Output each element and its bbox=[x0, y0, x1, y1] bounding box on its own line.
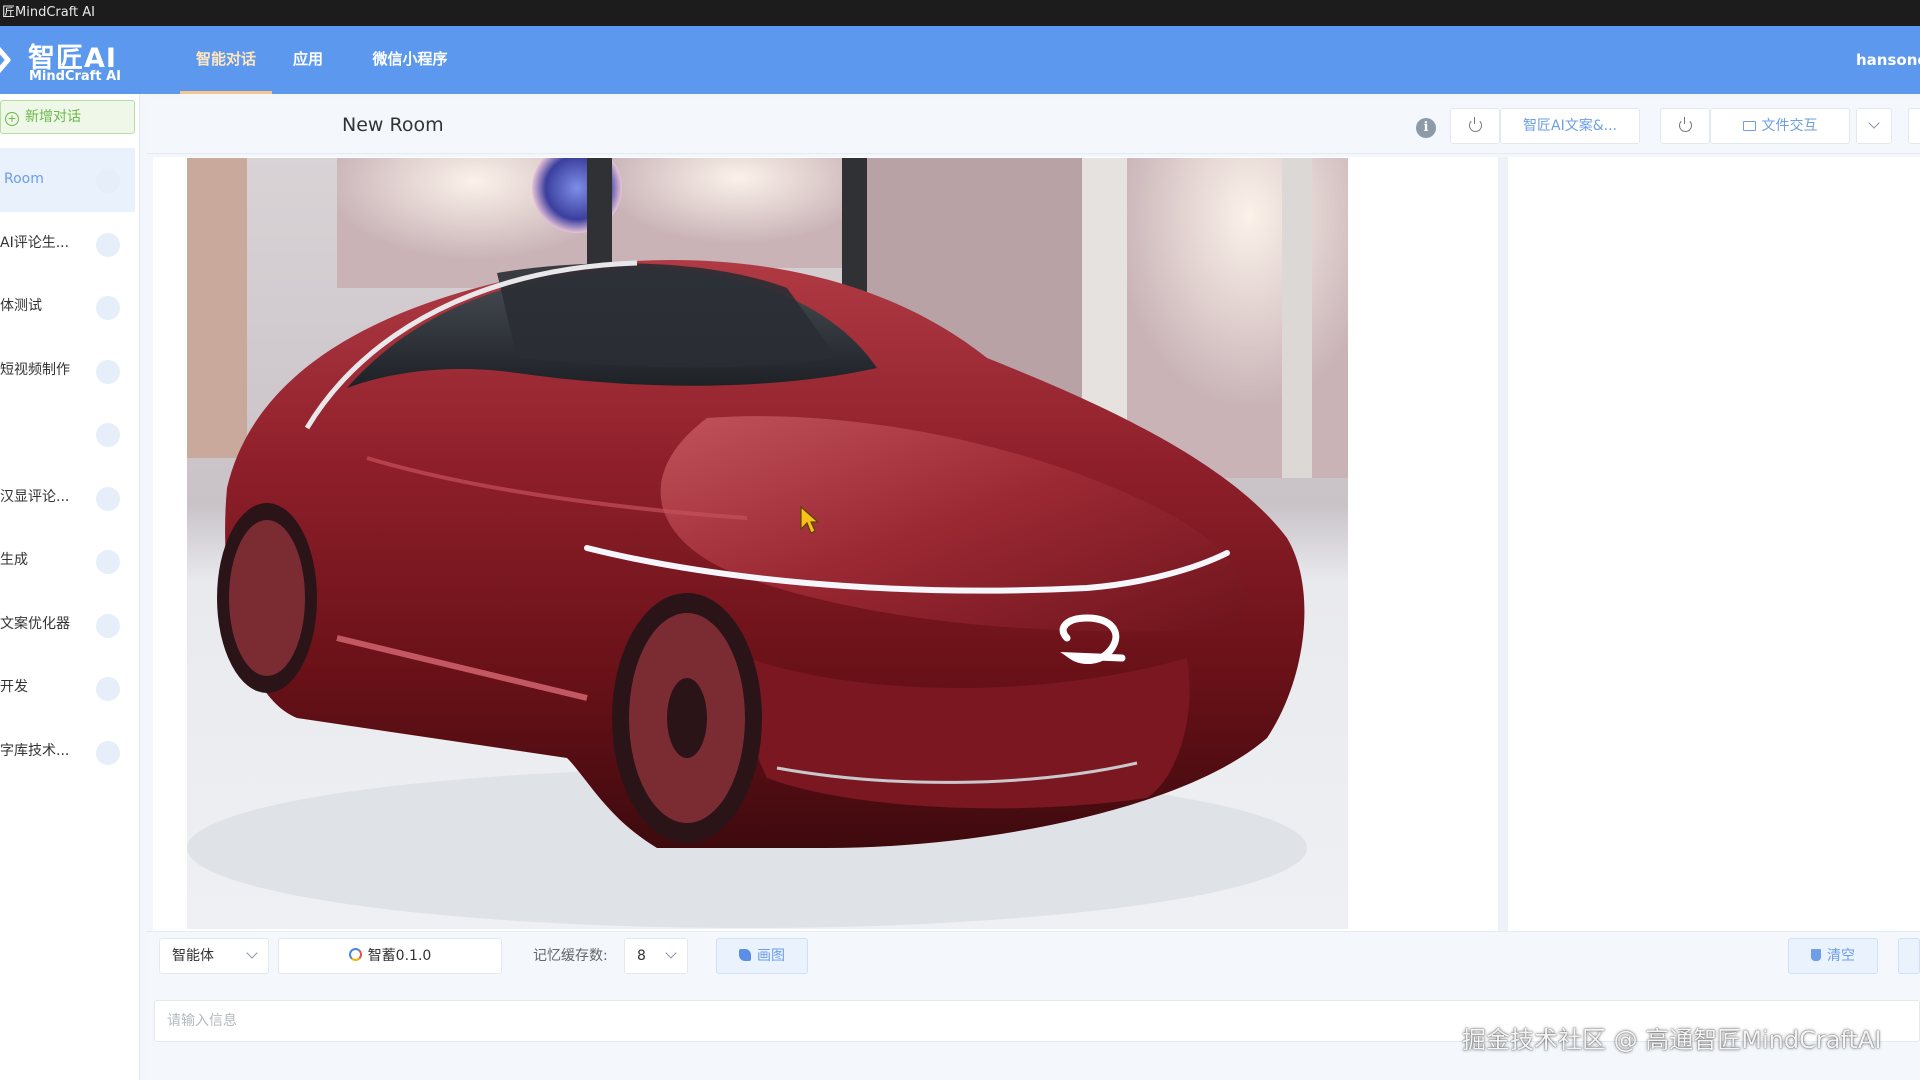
file-interaction-button[interactable]: 文件交互 bbox=[1710, 108, 1850, 144]
room-item-label: 体测试 bbox=[0, 298, 42, 314]
top-nav: 智匠AI MindCraft AI 智能对话 应用 微信小程序 hansoncu bbox=[0, 26, 1920, 94]
room-item-label: 文案优化器 bbox=[0, 615, 70, 632]
paint-icon bbox=[739, 949, 751, 961]
room-item-label: 开发 bbox=[0, 679, 28, 695]
brand-name-en: MindCraft AI bbox=[29, 69, 121, 84]
model-icon bbox=[348, 948, 362, 961]
room-item-label: 生成 bbox=[0, 552, 28, 568]
room-item[interactable]: Room bbox=[0, 148, 135, 212]
window-title: 匠MindCraft AI bbox=[2, 5, 96, 20]
right-panel bbox=[1508, 157, 1920, 931]
room-badge bbox=[96, 550, 120, 574]
room-item[interactable]: AI评论生... bbox=[0, 212, 135, 276]
chevron-down-icon bbox=[665, 947, 677, 959]
room-item-label: 字库技术... bbox=[0, 742, 70, 759]
mouse-cursor-icon bbox=[800, 505, 819, 534]
memory-cache-label: 记忆缓存数: bbox=[533, 948, 608, 964]
room-item[interactable]: 短视频制作 bbox=[0, 339, 135, 403]
memory-cache-value: 8 bbox=[637, 948, 646, 964]
room-title: New Room bbox=[342, 114, 444, 136]
broom-icon bbox=[1811, 949, 1821, 961]
model-select-value: 智蓄0.1.0 bbox=[367, 948, 432, 964]
folder-icon bbox=[1742, 121, 1756, 131]
memory-cache-select[interactable]: 8 bbox=[624, 938, 688, 974]
room-badge bbox=[96, 169, 120, 193]
draw-button-label: 画图 bbox=[757, 948, 785, 964]
agent-select-button[interactable]: 智匠AI文案&... bbox=[1500, 108, 1640, 144]
room-list: Room AI评论生... 体测试 短视频制作 汉显评论... 生成 文案优化器… bbox=[0, 148, 135, 783]
info-icon[interactable]: i bbox=[1416, 118, 1436, 138]
room-item-label: Room bbox=[4, 171, 44, 187]
message-scrollbar[interactable] bbox=[1498, 157, 1508, 931]
draw-button[interactable]: 画图 bbox=[716, 938, 808, 974]
nav-tab-apps[interactable]: 应用 bbox=[284, 26, 332, 94]
mode-select[interactable]: 智能体 bbox=[159, 938, 269, 974]
room-badge bbox=[96, 740, 120, 765]
room-item[interactable]: 汉显评论... bbox=[0, 466, 135, 530]
room-badge bbox=[96, 613, 120, 638]
chat-header: New Room i 智匠AI文案&... 文件交互 bbox=[146, 98, 1920, 154]
room-badge bbox=[96, 359, 120, 384]
room-badge bbox=[96, 486, 120, 511]
room-item[interactable]: 生成 bbox=[0, 529, 135, 593]
model-select[interactable]: 智蓄0.1.0 bbox=[278, 938, 502, 974]
nav-tab-chat[interactable]: 智能对话 bbox=[180, 26, 272, 94]
brand-logo[interactable]: 智匠AI MindCraft AI bbox=[0, 32, 130, 88]
user-name[interactable]: hansoncu bbox=[1856, 26, 1920, 94]
clear-button[interactable]: 清空 bbox=[1788, 938, 1878, 974]
plus-circle-icon: + bbox=[5, 112, 19, 126]
concept-car-illustration bbox=[187, 158, 1348, 929]
room-item[interactable]: 体测试 bbox=[0, 275, 135, 339]
room-badge bbox=[96, 232, 120, 257]
file-interaction-label: 文件交互 bbox=[1761, 118, 1818, 134]
room-badge bbox=[96, 423, 120, 447]
power-icon bbox=[1468, 117, 1482, 132]
new-chat-button[interactable]: + 新增对话 bbox=[0, 100, 135, 134]
clear-button-label: 清空 bbox=[1827, 948, 1855, 964]
watermark-text: 掘金技术社区 @ 高通智匠MindCraftAI bbox=[1462, 1026, 1882, 1054]
chat-toolbar: 智能体 智蓄0.1.0 记忆缓存数: 8 画图 清空 bbox=[146, 931, 1920, 981]
room-item[interactable]: 文案优化器 bbox=[0, 593, 135, 657]
room-badge bbox=[96, 677, 120, 701]
room-item-label: 汉显评论... bbox=[0, 488, 70, 505]
room-item[interactable]: 开发 bbox=[0, 656, 135, 720]
file-dropdown-button[interactable] bbox=[1856, 108, 1892, 144]
chevron-down-icon bbox=[1868, 117, 1880, 129]
window-title-bar: 匠MindCraft AI bbox=[0, 0, 1920, 26]
logo-mark-icon bbox=[0, 46, 11, 74]
chevron-down-icon bbox=[246, 947, 258, 959]
generated-car-image[interactable] bbox=[187, 158, 1348, 929]
nav-tab-wechat-miniprogram[interactable]: 微信小程序 bbox=[362, 26, 458, 94]
room-item[interactable]: 字库技术... bbox=[0, 720, 135, 784]
power-icon bbox=[1678, 117, 1692, 132]
sidebar: + 新增对话 Room AI评论生... 体测试 短视频制作 汉显评论... 生成… bbox=[0, 94, 140, 1080]
room-item[interactable] bbox=[0, 402, 135, 466]
file-power-button[interactable] bbox=[1660, 108, 1710, 144]
send-button[interactable] bbox=[1898, 938, 1920, 974]
room-item-label: AI评论生... bbox=[0, 234, 70, 251]
new-chat-label: 新增对话 bbox=[25, 109, 81, 125]
room-badge bbox=[96, 296, 120, 320]
mode-select-value: 智能体 bbox=[172, 948, 214, 964]
room-item-label: 短视频制作 bbox=[0, 361, 70, 378]
overflow-button[interactable] bbox=[1908, 108, 1920, 144]
agent-power-button[interactable] bbox=[1450, 108, 1500, 144]
